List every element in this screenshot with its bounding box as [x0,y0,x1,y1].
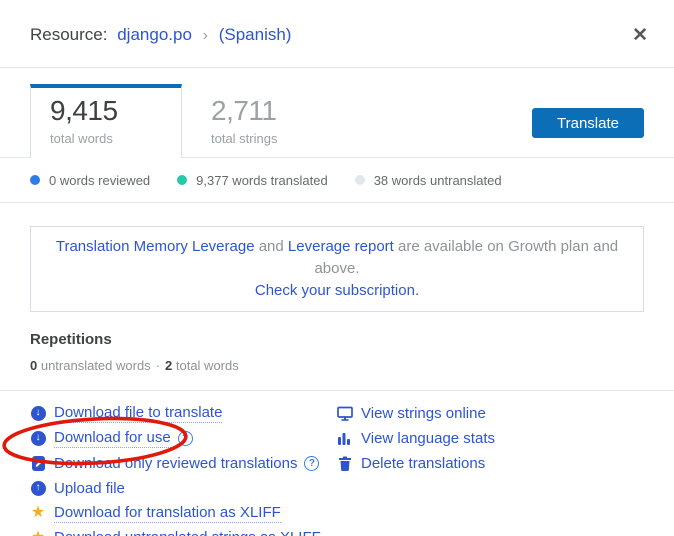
action-download-for-use[interactable]: ↓ Download for use ? [30,429,337,447]
delete-translations-link[interactable]: Delete translations [361,455,485,472]
legend-untranslated-text: 38 words untranslated [374,173,502,188]
upload-file-link[interactable]: Upload file [54,480,125,497]
total-words-label: total words [50,131,181,146]
view-strings-online-link[interactable]: View strings online [361,405,486,422]
help-icon[interactable]: ? [304,456,319,471]
legend-reviewed: 0 words reviewed [30,173,150,188]
reviewed-file-icon [30,456,46,471]
untranslated-dot-icon [355,175,365,185]
legend-reviewed-text: 0 words reviewed [49,173,150,188]
action-view-strings-online[interactable]: View strings online [337,404,644,422]
help-icon[interactable]: ? [178,431,193,446]
leverage-report-link[interactable]: Leverage report [288,238,394,255]
download-untranslated-xliff-link[interactable]: Download untranslated strings as XLIFF [54,529,321,536]
language-link[interactable]: (Spanish) [219,25,292,44]
view-language-stats-link[interactable]: View language stats [361,430,495,447]
resource-name-link[interactable]: django.po [117,25,192,44]
action-view-language-stats[interactable]: View language stats [337,429,644,447]
download-icon: ↓ [30,406,46,421]
reviewed-dot-icon [30,175,40,185]
legend-untranslated: 38 words untranslated [355,173,502,188]
translate-button[interactable]: Translate [532,108,644,138]
download-xliff-link[interactable]: Download for translation as XLIFF [54,504,281,523]
action-download-file-to-translate[interactable]: ↓ Download file to translate [30,404,337,422]
close-icon[interactable]: ✕ [632,26,648,45]
total-strings-value: 2,711 [211,96,352,127]
bar-chart-icon [337,431,353,446]
trash-icon [337,456,353,471]
stats-tabs: 9,415 total words 2,711 total strings Tr… [0,68,674,158]
action-upload-file[interactable]: ↑ Upload file [30,479,337,497]
star-icon: ★ [30,530,46,536]
actions-section: ↓ Download file to translate ↓ Download … [0,391,674,536]
download-file-to-translate-link[interactable]: Download file to translate [54,404,222,423]
legend-translated-text: 9,377 words translated [196,173,328,188]
action-download-untranslated-xliff[interactable]: ★ Download untranslated strings as XLIFF [30,529,337,536]
action-download-xliff[interactable]: ★ Download for translation as XLIFF [30,504,337,522]
words-legend: 0 words reviewed 9,377 words translated … [0,158,674,203]
action-delete-translations[interactable]: Delete translations [337,454,644,472]
rep-untranslated-label: untranslated words [37,358,150,373]
plan-notice-box: Translation Memory Leverage and Leverage… [30,226,644,312]
download-icon: ↓ [30,431,46,446]
repetitions-title: Repetitions [30,331,644,348]
page-title: Resource: django.po › (Spanish) [30,25,291,45]
total-strings-label: total strings [211,131,352,146]
repetitions-section: Repetitions 0 untranslated words·2 total… [0,312,674,391]
total-words-value: 9,415 [50,96,181,127]
upload-icon: ↑ [30,481,46,496]
tm-leverage-link[interactable]: Translation Memory Leverage [56,238,255,255]
repetitions-stats: 0 untranslated words·2 total words [30,358,644,373]
chevron-right-icon: › [203,27,208,44]
file-actions-column: ↓ Download file to translate ↓ Download … [30,404,337,536]
view-actions-column: View strings online View language stats [337,404,644,536]
translated-dot-icon [177,175,187,185]
download-only-reviewed-link[interactable]: Download only reviewed translations [54,455,297,472]
check-subscription-link[interactable]: Check your subscription. [255,282,419,299]
dot-separator: · [156,358,160,373]
download-for-use-link[interactable]: Download for use [54,429,171,448]
legend-translated: 9,377 words translated [177,173,328,188]
modal-header: Resource: django.po › (Spanish) ✕ [0,0,674,68]
rep-total-label: total words [172,358,238,373]
star-icon: ★ [30,505,46,521]
tab-total-strings[interactable]: 2,711 total strings [192,84,352,146]
tab-total-words[interactable]: 9,415 total words [30,84,182,158]
notice-text-1: and [255,238,288,255]
monitor-icon [337,406,353,421]
action-download-only-reviewed[interactable]: Download only reviewed translations ? [30,454,337,472]
resource-label: Resource: [30,25,107,44]
